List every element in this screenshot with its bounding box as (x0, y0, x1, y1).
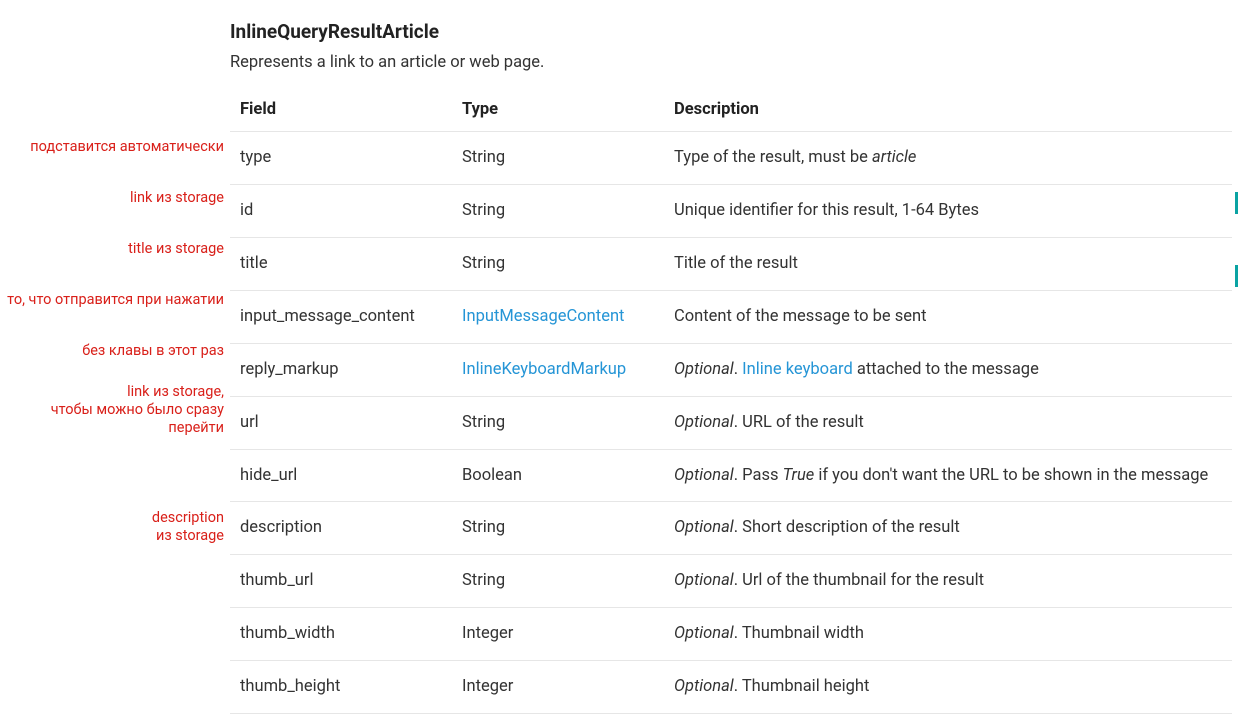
field-name: url (230, 396, 452, 449)
table-row: hide_urlBooleanOptional. Pass True if yo… (230, 449, 1232, 502)
field-name: thumb_width (230, 608, 452, 661)
field-type: Boolean (452, 449, 664, 502)
annotation (0, 656, 230, 707)
field-name: hide_url (230, 449, 452, 502)
field-type: InputMessageContent (452, 290, 664, 343)
annotation: то, что отправится при нажатии (0, 275, 230, 326)
field-description: Optional. Inline keyboard attached to th… (664, 343, 1232, 396)
annotation: link из storage,чтобы можно было сразу п… (0, 377, 230, 428)
annotation: подставится автоматически (0, 122, 230, 173)
field-description: Optional. Thumbnail height (664, 661, 1232, 714)
annotation: title из storage (0, 224, 230, 275)
annotation (0, 554, 230, 605)
table-row: urlStringOptional. URL of the result (230, 396, 1232, 449)
field-description: Content of the message to be sent (664, 290, 1232, 343)
field-name: id (230, 184, 452, 237)
field-type: String (452, 237, 664, 290)
italic-text: Optional (674, 571, 734, 590)
table-row: reply_markup InlineKeyboardMarkup Optional… (230, 343, 1232, 396)
annotation: link из storage (0, 173, 230, 224)
table-row: typeStringType of the result, must be ar… (230, 132, 1232, 185)
field-name: type (230, 132, 452, 185)
field-type: String (452, 396, 664, 449)
field-name: input_message_content (230, 290, 452, 343)
table-row: idStringUnique identifier for this resul… (230, 184, 1232, 237)
field-name: description (230, 502, 452, 555)
col-header-field: Field (230, 90, 452, 132)
table-row: thumb_urlStringOptional. Url of the thum… (230, 555, 1232, 608)
italic-text: Optional (674, 677, 734, 696)
table-row: thumb_widthIntegerOptional. Thumbnail wi… (230, 608, 1232, 661)
field-description: Optional. Thumbnail width (664, 608, 1232, 661)
col-header-type: Type (452, 90, 664, 132)
edit-marker (1235, 265, 1238, 287)
field-type: String (452, 555, 664, 608)
field-type: String (452, 184, 664, 237)
italic-text: Optional (674, 466, 734, 485)
italic-text: True (783, 466, 815, 485)
field-name: thumb_url (230, 555, 452, 608)
field-description: Title of the result (664, 237, 1232, 290)
field-type: String (452, 502, 664, 555)
annotation (0, 428, 230, 503)
col-header-desc: Description (664, 90, 1232, 132)
italic-text: Optional (674, 518, 734, 537)
inline-link[interactable]: Inline keyboard (742, 360, 853, 379)
field-type: Integer (452, 661, 664, 714)
field-type: String (452, 132, 664, 185)
annotation: descriptionиз storage (0, 503, 230, 554)
field-description: Optional. Short description of the resul… (664, 502, 1232, 555)
field-description: Optional. Pass True if you don't want th… (664, 449, 1232, 502)
table-row: thumb_heightIntegerOptional. Thumbnail h… (230, 661, 1232, 714)
field-description: Optional. Url of the thumbnail for the r… (664, 555, 1232, 608)
field-name: title (230, 237, 452, 290)
italic-text: Optional (674, 360, 734, 379)
table-row: input_message_content InputMessageContent… (230, 290, 1232, 343)
type-link[interactable]: InlineKeyboardMarkup (462, 360, 626, 379)
annotation (0, 605, 230, 656)
italic-text: article (872, 148, 916, 167)
field-description: Type of the result, must be article (664, 132, 1232, 185)
field-type: Integer (452, 608, 664, 661)
annotation: без клавы в этот раз (0, 326, 230, 377)
api-type-title: InlineQueryResultArticle (230, 20, 1232, 43)
edit-marker (1235, 192, 1238, 214)
field-description: Optional. URL of the result (664, 396, 1232, 449)
table-row: descriptionStringOptional. Short descrip… (230, 502, 1232, 555)
field-name: reply_markup (230, 343, 452, 396)
field-name: thumb_height (230, 661, 452, 714)
type-link[interactable]: InputMessageContent (462, 307, 624, 326)
table-row: titleStringTitle of the result (230, 237, 1232, 290)
italic-text: Optional (674, 413, 734, 432)
field-type: InlineKeyboardMarkup (452, 343, 664, 396)
fields-table: Field Type Description typeStringType of… (230, 90, 1232, 714)
field-description: Unique identifier for this result, 1-64 … (664, 184, 1232, 237)
api-type-subtitle: Represents a link to an article or web p… (230, 53, 1232, 72)
italic-text: Optional (674, 624, 734, 643)
